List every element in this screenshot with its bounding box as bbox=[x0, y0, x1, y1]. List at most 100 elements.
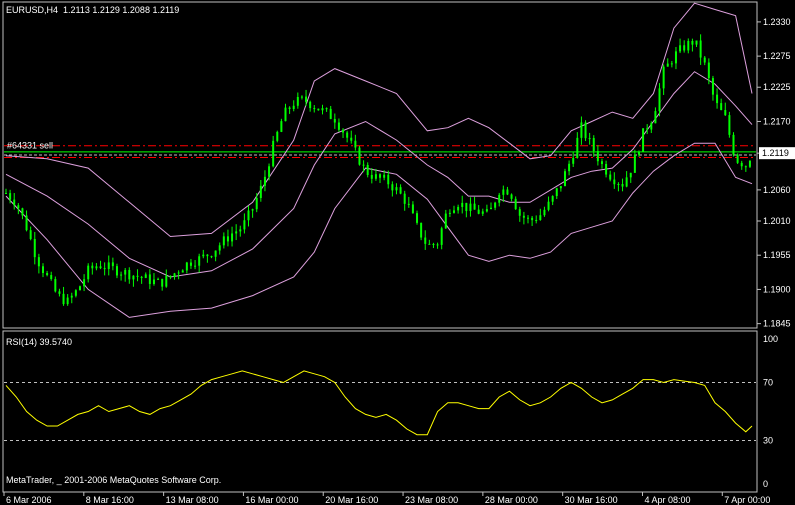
y-tick-label: 1.1900 bbox=[763, 284, 791, 294]
candle-body bbox=[379, 174, 382, 178]
candle-body bbox=[498, 194, 501, 203]
candle-body bbox=[54, 279, 57, 292]
candle-body bbox=[243, 220, 246, 230]
order-label: #64331 sell bbox=[7, 141, 53, 151]
candle-body bbox=[214, 250, 217, 257]
candle-body bbox=[99, 266, 102, 269]
candle-body bbox=[642, 128, 645, 152]
candle-body bbox=[152, 279, 155, 284]
rsi-tick-label: 100 bbox=[763, 334, 778, 344]
symbol-label: EURUSD,H4 bbox=[6, 5, 59, 15]
candle-body bbox=[185, 262, 188, 271]
candle-body bbox=[58, 291, 61, 294]
candle-body bbox=[543, 209, 546, 216]
candle-body bbox=[226, 236, 229, 242]
x-tick-label: 28 Mar 00:00 bbox=[485, 495, 538, 505]
candle-body bbox=[366, 164, 369, 175]
candle-body bbox=[707, 62, 710, 79]
candle-body bbox=[317, 108, 320, 111]
candle-body bbox=[272, 140, 275, 167]
y-tick-label: 1.1845 bbox=[763, 319, 791, 329]
y-tick-label: 1.2060 bbox=[763, 185, 791, 195]
candle-body bbox=[78, 286, 81, 291]
candle-body bbox=[177, 272, 180, 274]
candle-body bbox=[563, 171, 566, 187]
candle-body bbox=[695, 40, 698, 45]
candle-body bbox=[255, 197, 258, 210]
candle-body bbox=[157, 278, 160, 280]
candle-body bbox=[637, 151, 640, 155]
candle-body bbox=[453, 210, 456, 213]
candle-body bbox=[181, 270, 184, 273]
candle-body bbox=[202, 254, 205, 257]
y-tick-label: 1.2225 bbox=[763, 82, 791, 92]
candle-body bbox=[37, 257, 40, 267]
candle-body bbox=[687, 40, 690, 51]
candle-body bbox=[592, 138, 595, 152]
candle-body bbox=[313, 108, 316, 110]
candle-body bbox=[732, 134, 735, 155]
candle-body bbox=[391, 184, 394, 191]
candle-body bbox=[235, 231, 238, 234]
candle-body bbox=[539, 215, 542, 220]
candle-body bbox=[83, 279, 86, 287]
candle-body bbox=[194, 265, 197, 267]
candle-body bbox=[625, 177, 628, 187]
candle-body bbox=[132, 275, 135, 280]
candle-body bbox=[584, 122, 587, 139]
candle-body bbox=[432, 243, 435, 245]
candle-body bbox=[300, 96, 303, 98]
candle-body bbox=[29, 230, 32, 239]
candle-body bbox=[210, 256, 213, 258]
candle-body bbox=[251, 209, 254, 211]
candle-body bbox=[222, 236, 225, 246]
candle-body bbox=[115, 266, 118, 276]
candle-body bbox=[683, 45, 686, 51]
candle-body bbox=[124, 269, 127, 275]
x-tick-label: 20 Mar 16:00 bbox=[325, 495, 378, 505]
candle-body bbox=[473, 203, 476, 210]
candle-body bbox=[218, 245, 221, 251]
candle-body bbox=[354, 140, 357, 148]
candle-body bbox=[231, 233, 234, 242]
candle-body bbox=[395, 187, 398, 191]
candle-body bbox=[321, 108, 324, 111]
candle-body bbox=[329, 108, 332, 119]
candle-body bbox=[165, 275, 168, 287]
candle-body bbox=[66, 297, 69, 305]
candle-body bbox=[247, 210, 250, 221]
rsi-tick-label: 30 bbox=[763, 436, 773, 446]
candle-body bbox=[173, 273, 176, 278]
candle-body bbox=[658, 88, 661, 112]
candle-body bbox=[588, 138, 591, 140]
candle-body bbox=[370, 174, 373, 179]
candle-body bbox=[670, 63, 673, 65]
candle-body bbox=[613, 179, 616, 185]
chart-window: #64331 sell 1.2330 1.2275 1.2225 1.2170 1.21… bbox=[0, 0, 795, 505]
candle-body bbox=[13, 199, 16, 206]
candle-body bbox=[411, 204, 414, 214]
candle-body bbox=[469, 203, 472, 212]
candle-body bbox=[103, 268, 106, 270]
candle-body bbox=[477, 209, 480, 214]
candle-body bbox=[107, 262, 110, 269]
candle-body bbox=[144, 274, 147, 278]
candle-body bbox=[198, 256, 201, 266]
y-tick-label: 1.1955 bbox=[763, 250, 791, 260]
x-tick-label: 13 Mar 08:00 bbox=[166, 495, 219, 505]
candle-body bbox=[580, 122, 583, 138]
candle-body bbox=[33, 238, 36, 258]
chart-title: EURUSD,H4 1.2113 1.2129 1.2088 1.2119 bbox=[6, 5, 179, 15]
candle-body bbox=[716, 94, 719, 104]
candle-body bbox=[136, 275, 139, 277]
candle-body bbox=[568, 163, 571, 172]
x-tick-label: 8 Mar 16:00 bbox=[86, 495, 134, 505]
candle-body bbox=[148, 274, 151, 284]
candle-body bbox=[576, 137, 579, 158]
candle-body bbox=[25, 215, 28, 231]
candle-body bbox=[555, 188, 558, 197]
candle-body bbox=[95, 266, 98, 269]
candle-body bbox=[428, 243, 431, 245]
candle-body bbox=[440, 228, 443, 245]
candle-body bbox=[268, 166, 271, 177]
